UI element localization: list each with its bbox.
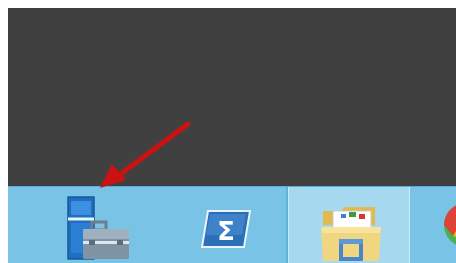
taskbar-file-explorer-button[interactable] — [288, 187, 410, 263]
taskbar-chrome-button[interactable] — [410, 187, 456, 263]
desktop-area — [8, 8, 456, 186]
taskbar-powershell-button[interactable]: Σ — [143, 187, 286, 263]
file-explorer-icon — [319, 203, 383, 263]
red-arrow-icon — [90, 118, 194, 192]
taskbar: Σ — [8, 186, 456, 263]
screenshot-frame: Σ — [0, 0, 456, 263]
chrome-icon — [442, 201, 456, 249]
powershell-icon: Σ — [200, 209, 252, 249]
taskbar-server-manager-button[interactable] — [8, 187, 143, 263]
svg-text:Σ: Σ — [217, 217, 235, 247]
server-manager-icon — [66, 195, 132, 263]
